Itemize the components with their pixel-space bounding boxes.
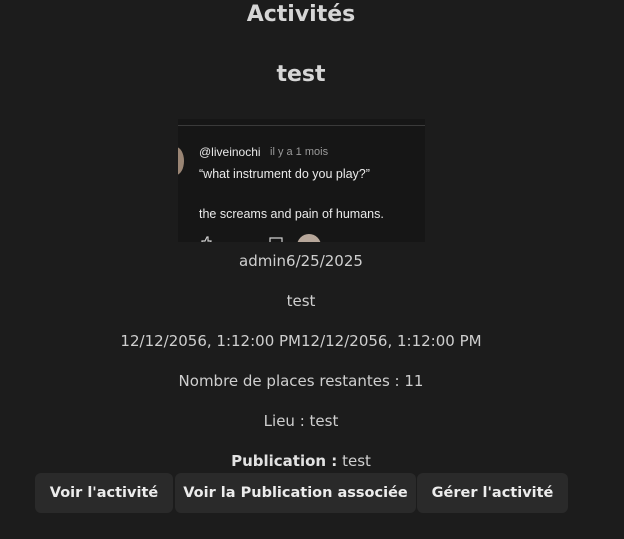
avatar xyxy=(178,147,184,175)
publication-line: Publication : test xyxy=(0,452,602,470)
publication-value: test xyxy=(342,452,371,470)
post-quote: “what instrument do you play?” xyxy=(199,167,370,181)
view-activity-button[interactable]: Voir l'activité xyxy=(35,473,173,513)
publication-image: @liveinochi il y a 1 mois “what instrume… xyxy=(178,119,425,242)
publication-label: Publication : xyxy=(231,452,338,470)
post-body: the screams and pain of humans. xyxy=(199,207,384,221)
manage-activity-button[interactable]: Gérer l'activité xyxy=(417,473,568,513)
activity-name: test xyxy=(276,62,326,87)
post-time: il y a 1 mois xyxy=(270,146,329,158)
view-publication-button[interactable]: Voir la Publication associée xyxy=(175,473,416,513)
activity-description: test xyxy=(286,292,316,310)
divider xyxy=(178,125,425,126)
avatar xyxy=(297,234,321,242)
activity-page: Activités test @liveinochi il y a 1 mois… xyxy=(0,0,624,539)
activity-dates: 12/12/2056, 1:12:00 PM12/12/2056, 1:12:0… xyxy=(120,332,482,350)
remaining-places: Nombre de places restantes : 11 xyxy=(178,372,424,390)
page-title: Activités xyxy=(246,2,356,27)
post-handle: @liveinochi xyxy=(199,145,261,159)
author-date: admin6/25/2025 xyxy=(239,252,363,270)
comment-icon xyxy=(269,237,283,242)
like-icon xyxy=(201,236,212,242)
activity-location: Lieu : test xyxy=(263,412,339,430)
